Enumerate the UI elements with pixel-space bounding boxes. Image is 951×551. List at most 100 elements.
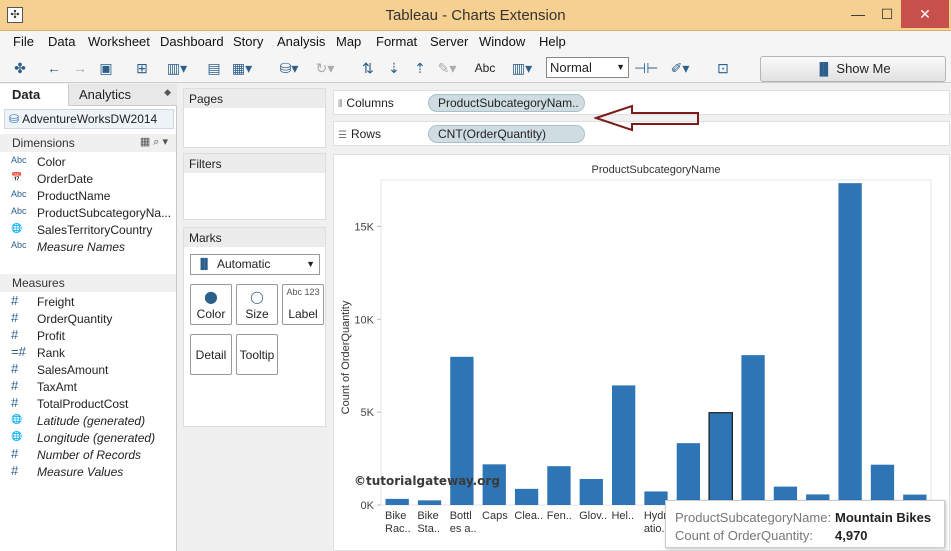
redo-icon[interactable]: → [70,58,90,78]
pause-updates-icon[interactable]: ⛁▾ [276,58,302,78]
bar-cleaners [514,488,539,505]
new-data-source-icon[interactable]: ⊞ [132,58,152,78]
dimension-field-label: Color [37,155,66,169]
maximize-button[interactable]: ☐ [873,0,901,28]
measure-field[interactable]: # Measure Values [0,464,176,481]
dimension-field[interactable]: Abc Color [0,154,176,171]
highlight-icon[interactable]: ✎▾ [434,58,460,78]
bar-road-bikes [741,355,765,505]
rows-pill[interactable]: CNT(OrderQuantity) [428,125,585,143]
measure-field-label: SalesAmount [37,363,109,377]
menu-story[interactable]: Story [233,34,263,49]
palette-icon: ⬤ [204,290,218,304]
swap-rows-columns-icon[interactable]: ⇅ [358,58,378,78]
menu-dashboard[interactable]: Dashboard [160,34,224,49]
measure-field[interactable]: 🌐 Latitude (generated) [0,413,176,430]
menu-map[interactable]: Map [336,34,361,49]
measure-field[interactable]: # Profit [0,328,176,345]
dimension-field[interactable]: Abc ProductName [0,188,176,205]
chart-view[interactable]: ProductSubcategoryName Count of OrderQuan… [333,154,950,551]
menu-data[interactable]: Data [48,34,75,49]
measure-field[interactable]: # TaxAmt [0,379,176,396]
fit-axes-icon[interactable]: ▥▾ [506,58,538,78]
tooltip-button[interactable]: Tooltip [236,334,278,375]
label-icon: Abc 123 [286,287,320,297]
filters-card[interactable]: Filters [183,153,326,220]
globe-type-icon: 🌐 [11,223,23,233]
y-tick-label: 5K [361,407,375,419]
show-me-button[interactable]: ▐▌ Show Me [760,56,946,82]
bar-chart[interactable]: ProductSubcategoryName Count of OrderQuan… [334,155,950,551]
clear-sheet-icon[interactable]: ▦▾ [228,58,256,78]
duplicate-sheet-icon[interactable]: ▤ [204,58,224,78]
mark-type-dropdown[interactable]: ▐▌ Automatic ▼ [190,254,320,275]
pages-card[interactable]: Pages [183,88,326,148]
measure-field-label: Number of Records [37,448,142,462]
measure-field[interactable]: # SalesAmount [0,362,176,379]
dimension-field[interactable]: 📅 OrderDate [0,171,176,188]
color-button[interactable]: ⬤ Color [190,284,232,325]
minimize-button[interactable]: — [843,0,873,28]
x-tick-label: Rac.. [385,523,411,535]
measure-field[interactable]: # OrderQuantity [0,311,176,328]
tableau-logo-icon[interactable]: ✤ [10,58,30,78]
menu-worksheet[interactable]: Worksheet [88,34,150,49]
bar-gloves [579,479,603,505]
menu-window[interactable]: Window [479,34,525,49]
bar-chart-icon: ▐▌ [197,259,212,270]
dimension-field[interactable]: Abc Measure Names [0,239,176,256]
measure-field[interactable]: # TotalProductCost [0,396,176,413]
menu-bar: File Data Worksheet Dashboard Story Anal… [0,31,951,53]
fix-axes-icon[interactable]: ⊣⊢ [634,58,658,78]
tab-data[interactable]: Data [0,84,68,106]
dimension-field[interactable]: 🌐 SalesTerritoryCountry [0,222,176,239]
menu-format[interactable]: Format [376,34,417,49]
size-button-label: Size [245,307,269,321]
y-tick-label: 15K [354,221,374,233]
show-mark-labels-button[interactable]: Abc [472,58,498,78]
detail-button[interactable]: Detail [190,334,232,375]
label-button[interactable]: Abc 123 Label [282,284,324,325]
measure-field[interactable]: =# Rank [0,345,176,362]
calendar-type-icon: 📅 [11,172,23,182]
data-source-item[interactable]: ⛁ AdventureWorksDW2014 [4,109,174,129]
tooltip-key: ProductSubcategoryName: [675,510,832,525]
caret-icon: ◆ [164,87,171,97]
bar-bike-stands [417,500,442,505]
measure-field[interactable]: # Freight [0,294,176,311]
menu-server[interactable]: Server [430,34,468,49]
measure-field-label: OrderQuantity [37,312,113,326]
fit-dropdown[interactable]: Normal ▼ [546,57,629,78]
menu-file[interactable]: File [13,34,34,49]
measure-field[interactable]: 🌐 Longitude (generated) [0,430,176,447]
presentation-mode-icon[interactable]: ⊡ [712,58,734,78]
bar-touring-bikes [870,464,895,505]
undo-icon[interactable]: ← [44,58,64,78]
size-button[interactable]: ◯ Size [236,284,278,325]
columns-pill[interactable]: ProductSubcategoryNam.. [428,94,585,112]
tooltip: ProductSubcategoryName: Mountain Bikes C… [665,500,945,548]
save-icon[interactable]: ▣ [96,58,116,78]
sort-descending-icon[interactable]: ⇡ [410,58,430,78]
sort-ascending-icon[interactable]: ⇣ [384,58,404,78]
columns-icon: ⦀ [338,99,343,110]
dimension-field-label: OrderDate [37,172,94,186]
data-pane: Data Analytics ◆ ⛁ AdventureWorksDW2014 D… [0,84,177,551]
pages-card-title: Pages [184,89,325,108]
menu-analysis[interactable]: Analysis [277,34,325,49]
rows-icon: ☰ [338,130,347,141]
bar-helmets [612,385,636,505]
view-options-icon[interactable]: ▦ ⌕ ▾ [140,135,168,149]
close-button[interactable]: ✕ [901,0,949,28]
new-worksheet-icon[interactable]: ▥▾ [164,58,190,78]
string-type-icon: Abc [11,206,27,216]
menu-help[interactable]: Help [539,34,566,49]
dimension-field[interactable]: Abc ProductSubcategoryNa... [0,205,176,222]
bar-jerseys [676,443,700,505]
tooltip-format-icon[interactable]: ✐▾ [664,58,696,78]
refresh-icon[interactable]: ↻▾ [312,58,338,78]
measure-field[interactable]: # Number of Records [0,447,176,464]
tab-analytics-label: Analytics [79,87,132,102]
tab-analytics[interactable]: Analytics ◆ [68,84,177,106]
tooltip-key: Count of OrderQuantity: [675,528,814,543]
